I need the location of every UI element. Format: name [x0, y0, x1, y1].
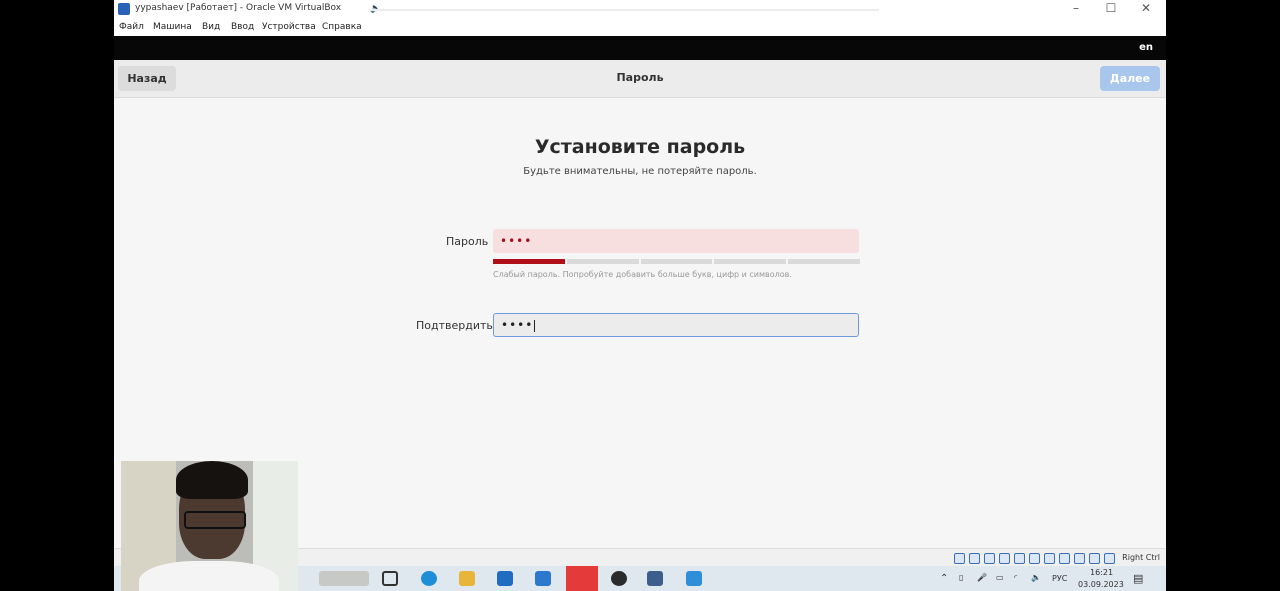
window-titlebar: yypashaev [Работает] - Oracle VM Virtual… [114, 0, 1166, 18]
mouse-integration-icon[interactable] [1089, 553, 1100, 564]
battery-icon[interactable]: ▭ [996, 573, 1004, 582]
virtualbox-icon[interactable] [647, 571, 663, 586]
strength-segment [714, 259, 787, 264]
menu-view[interactable]: Вид [202, 22, 220, 32]
menu-devices[interactable]: Устройства [262, 22, 316, 32]
optical-status-icon[interactable] [969, 553, 980, 564]
webcam-person-body [139, 561, 279, 591]
guest-top-bar: en [114, 36, 1166, 60]
password-label: Пароль [446, 235, 489, 248]
network-status-icon[interactable] [999, 553, 1010, 564]
text-caret [534, 319, 536, 332]
confirm-label: Подтвердить [416, 319, 493, 332]
confirm-password-value: •••• [501, 318, 536, 332]
display-status-icon[interactable] [1044, 553, 1055, 564]
menu-file[interactable]: Файл [119, 22, 144, 32]
password-value: •••• [500, 234, 533, 248]
virtualbox-app-icon [118, 3, 130, 15]
menu-input[interactable]: Ввод [231, 22, 254, 32]
clock-date[interactable]: 03.09.2023 [1078, 580, 1124, 589]
notifications-icon[interactable]: ▤ [1133, 572, 1143, 585]
webcam-person-glasses [184, 511, 246, 529]
strength-segment [788, 259, 860, 264]
strength-segment [566, 259, 639, 264]
cpu-status-icon[interactable] [1074, 553, 1085, 564]
title-progress-line [369, 9, 879, 11]
header-title: Пароль [616, 71, 664, 84]
photos-icon[interactable] [686, 571, 702, 586]
webcam-person-hair [176, 461, 248, 499]
host-key-label: Right Ctrl [1122, 553, 1160, 562]
minimize-icon[interactable]: – [1066, 1, 1086, 15]
usb-status-icon[interactable] [1014, 553, 1025, 564]
password-strength-meter [493, 259, 860, 264]
volume-icon[interactable]: 🔈 [1031, 573, 1041, 582]
audio-status-icon[interactable] [984, 553, 995, 564]
file-explorer-icon[interactable] [459, 571, 475, 586]
clock-time[interactable]: 16:21 [1090, 568, 1113, 577]
input-language[interactable]: РУС [1052, 574, 1067, 583]
window-title: yypashaev [Работает] - Oracle VM Virtual… [135, 3, 342, 13]
microphone-icon[interactable]: 🎤 [977, 573, 987, 582]
store-icon[interactable] [497, 571, 513, 586]
wifi-icon[interactable]: ◜ [1014, 573, 1017, 582]
close-icon[interactable]: ✕ [1136, 1, 1156, 15]
shared-folders-icon[interactable] [1029, 553, 1040, 564]
game-icon[interactable] [611, 571, 627, 586]
menu-machine[interactable]: Машина [153, 22, 192, 32]
mail-icon[interactable] [535, 571, 551, 586]
vm-menubar: Файл Машина Вид Ввод Устройства Справка [114, 18, 1166, 36]
next-button[interactable]: Далее [1100, 66, 1160, 91]
keyboard-language-indicator[interactable]: en [1139, 42, 1153, 53]
confirm-password-field[interactable]: •••• [493, 313, 859, 337]
hdd-status-icon[interactable] [954, 553, 965, 564]
maximize-icon[interactable]: ☐ [1101, 1, 1121, 15]
task-view-icon[interactable] [382, 571, 398, 586]
password-field[interactable]: •••• [493, 229, 859, 253]
setup-header: Назад Пароль Далее [114, 60, 1166, 98]
keyboard-capture-icon[interactable] [1104, 553, 1115, 564]
taskbar-widget-image[interactable] [319, 571, 369, 586]
recording-status-icon[interactable] [1059, 553, 1070, 564]
opera-icon[interactable] [566, 566, 598, 591]
tray-device-icon[interactable]: ▯ [959, 573, 963, 582]
menu-help[interactable]: Справка [322, 22, 362, 32]
page-subheading: Будьте внимательны, не потеряйте пароль. [523, 166, 757, 177]
password-strength-hint: Слабый пароль. Попробуйте добавить больш… [493, 270, 792, 279]
page-heading: Установите пароль [534, 136, 746, 158]
edge-icon[interactable] [421, 571, 437, 586]
tray-chevron-icon[interactable]: ⌃ [940, 573, 948, 584]
strength-segment [493, 259, 565, 264]
strength-segment [640, 259, 713, 264]
webcam-overlay [121, 461, 298, 591]
